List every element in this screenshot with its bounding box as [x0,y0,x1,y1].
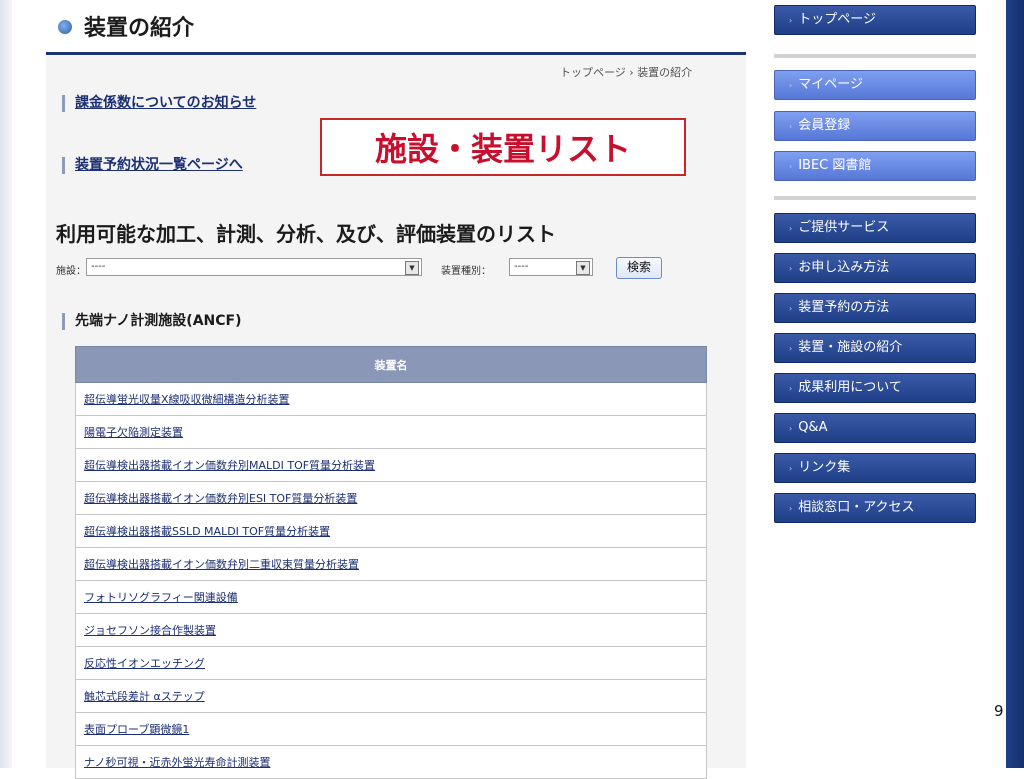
nav-links[interactable]: › リンク集 [774,453,976,483]
chevron-right-icon: › [789,384,793,393]
type-select-value: ---- [514,261,529,272]
table-row: 超伝導検出器搭載SSLD MALDI TOF質量分析装置 [75,514,707,548]
equipment-link[interactable]: 触芯式段差計 αステップ [84,690,205,703]
table-row: 反応性イオンエッチング [75,646,707,680]
nav-label: Q&A [798,420,828,435]
chevron-right-icon: › [789,224,793,233]
nav-application[interactable]: › お申し込み方法 [774,253,976,283]
table-row: 表面プローブ顕微鏡1 [75,712,707,746]
chevron-right-icon: › [789,264,793,273]
breadcrumb: トップページ › 装置の紹介 [560,64,692,80]
table-row: 超伝導検出器搭載イオン価数弁別MALDI TOF質量分析装置 [75,448,707,482]
equipment-link[interactable]: ジョセフソン接合作製装置 [84,624,216,637]
table-row: ジョセフソン接合作製装置 [75,613,707,647]
chevron-right-icon: › [789,424,793,433]
nav-label: 会員登録 [798,118,851,133]
right-edge-bar [1006,0,1024,768]
table-row: 触芯式段差計 αステップ [75,679,707,713]
type-filter-label: 装置種別： [441,266,491,277]
equipment-type-select[interactable]: ---- ▼ [509,258,593,276]
table-row: 陽電子欠陥測定装置 [75,415,707,449]
breadcrumb-current: 装置の紹介 [637,66,693,79]
equipment-link[interactable]: 超伝導検出器搭載イオン価数弁別ESI TOF質量分析装置 [84,492,357,505]
nav-top-page[interactable]: › トップページ [774,5,976,35]
facility-select-value: ---- [91,261,106,272]
dropdown-arrow-icon: ▼ [576,261,590,275]
equipment-link[interactable]: 超伝導検出器搭載イオン価数弁別MALDI TOF質量分析装置 [84,459,375,472]
nav-contact-access[interactable]: › 相談窓口・アクセス [774,493,976,523]
facility-heading: 先端ナノ計測施設(ANCF) [62,313,242,330]
page-header: 装置の紹介 [46,0,746,55]
equipment-link[interactable]: 表面プローブ顕微鏡1 [84,723,189,736]
nav-reservation-method[interactable]: › 装置予約の方法 [774,293,976,323]
nav-label: 成果利用について [798,380,902,395]
chevron-right-icon: › [789,344,793,353]
chevron-right-icon: › [789,504,793,513]
nav-equipment-intro[interactable]: › 装置・施設の紹介 [774,333,976,363]
nav-label: トップページ [798,12,876,27]
sidebar-divider [774,54,976,58]
equipment-link[interactable]: 超伝導検出器搭載イオン価数弁別二重収束質量分析装置 [84,558,359,571]
equipment-table: 装置名 超伝導蛍光収量X線吸収微細構造分析装置 陽電子欠陥測定装置 超伝導検出器… [75,346,707,779]
nav-label: お申し込み方法 [798,260,890,275]
sidebar-divider [774,196,976,200]
facility-select[interactable]: ---- ▼ [86,258,422,276]
breadcrumb-home-link[interactable]: トップページ [560,66,626,79]
overlay-label-box: 施設・装置リスト [320,118,686,176]
nav-label: マイページ [798,77,863,92]
nav-label: ご提供サービス [798,220,890,235]
chevron-right-icon: › [789,304,793,313]
nav-results-use[interactable]: › 成果利用について [774,373,976,403]
equipment-link[interactable]: ナノ秒可視・近赤外蛍光寿命計測装置 [84,756,270,769]
nav-label: IBEC 図書館 [798,158,872,173]
nav-mypage[interactable]: › マイページ [774,70,976,100]
equipment-link[interactable]: 陽電子欠陥測定装置 [84,426,183,439]
nav-services[interactable]: › ご提供サービス [774,213,976,243]
nav-label: 相談窓口・アクセス [798,500,915,515]
list-heading: 利用可能な加工、計測、分析、及び、評価装置のリスト [56,222,556,246]
nav-library[interactable]: › IBEC 図書館 [774,151,976,181]
slide-number: 9 [994,702,1004,720]
nav-qa[interactable]: › Q&A [774,413,976,443]
dropdown-arrow-icon: ▼ [405,261,419,275]
page-title: 装置の紹介 [84,16,195,41]
chevron-right-icon: › [789,162,793,171]
title-bullet-icon [58,20,72,34]
nav-label: 装置・施設の紹介 [798,340,903,355]
nav-label: 装置予約の方法 [798,300,890,315]
table-header: 装置名 [75,346,707,383]
equipment-link[interactable]: 超伝導検出器搭載SSLD MALDI TOF質量分析装置 [84,525,330,538]
breadcrumb-separator: › [629,66,634,79]
nav-registration[interactable]: › 会員登録 [774,111,976,141]
equipment-link[interactable]: 超伝導蛍光収量X線吸収微細構造分析装置 [84,393,290,406]
table-row: ナノ秒可視・近赤外蛍光寿命計測装置 [75,745,707,779]
search-button[interactable]: 検索 [616,257,662,279]
chevron-right-icon: › [789,16,793,25]
table-row: フォトリソグラフィー関連設備 [75,580,707,614]
equipment-link[interactable]: フォトリソグラフィー関連設備 [84,591,238,604]
equipment-link[interactable]: 反応性イオンエッチング [84,657,205,670]
table-row: 超伝導検出器搭載イオン価数弁別ESI TOF質量分析装置 [75,481,707,515]
facility-filter-label: 施設： [56,266,86,277]
left-edge-bar [0,0,12,768]
chevron-right-icon: › [789,122,793,131]
table-row: 超伝導検出器搭載イオン価数弁別二重収束質量分析装置 [75,547,707,581]
chevron-right-icon: › [789,464,793,473]
chevron-right-icon: › [789,81,793,90]
overlay-label: 施設・装置リスト [374,130,631,168]
reservation-status-link[interactable]: 装置予約状況一覧ページへ [62,157,243,174]
table-row: 超伝導蛍光収量X線吸収微細構造分析装置 [75,382,707,416]
notice-link[interactable]: 課金係数についてのお知らせ [62,95,256,112]
nav-label: リンク集 [798,460,851,475]
